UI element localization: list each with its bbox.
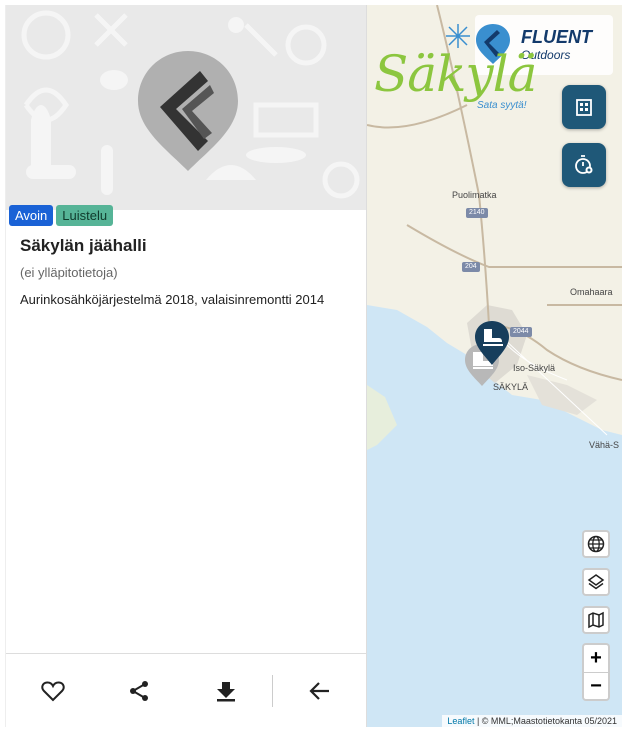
timer-settings-button[interactable] (562, 143, 606, 187)
detail-panel: Avoin Luistelu Säkylän jäähalli (ei yllä… (5, 5, 367, 727)
attribution-text: | © MML;Maastotietokanta 05/2021 (474, 716, 617, 726)
maintainer-info: (ei ylläpitotietoja) (20, 265, 118, 280)
category-badge: Luistelu (56, 205, 114, 226)
map-view[interactable]: Puolimatka Omahaara Iso-Säkylä SÄKYLÄ Vä… (367, 5, 622, 727)
facility-button[interactable] (562, 85, 606, 129)
zoom-in-button[interactable]: + (584, 645, 608, 672)
globe-icon (587, 535, 605, 553)
map-label-puolimatka: Puolimatka (452, 190, 497, 200)
app: Avoin Luistelu Säkylän jäähalli (ei yllä… (0, 0, 628, 734)
status-badge: Avoin (9, 205, 54, 226)
map-label-omahaara: Omahaara (570, 287, 613, 297)
share-icon (130, 681, 148, 701)
zoom-control: + − (582, 643, 610, 701)
town-logo: Säkylä (374, 45, 537, 103)
road-number: 2044 (510, 327, 532, 337)
layers-icon (587, 574, 605, 590)
leaflet-link[interactable]: Leaflet (447, 716, 474, 726)
map-icon (588, 611, 604, 629)
share-button[interactable] (124, 676, 154, 706)
building-icon (576, 99, 592, 116)
download-icon (217, 682, 235, 702)
arrow-left-icon (309, 682, 329, 700)
favorite-button[interactable] (38, 676, 68, 706)
timer-settings-icon (575, 155, 593, 174)
fluent-logo-pin (138, 51, 238, 171)
language-button[interactable] (582, 530, 610, 558)
download-button[interactable] (211, 676, 241, 706)
town-slogan: Sata syytä! (477, 100, 527, 111)
map-label-vaha: Vähä-S (589, 440, 620, 450)
heart-icon (41, 681, 65, 702)
place-title: Säkylän jäähalli (20, 236, 147, 255)
action-divider (272, 675, 273, 707)
road-number: 2140 (466, 208, 488, 218)
basemap-button[interactable] (582, 606, 610, 634)
hero-image (6, 5, 366, 210)
layers-button[interactable] (582, 568, 610, 596)
map-attribution: Leaflet | © MML;Maastotietokanta 05/2021 (442, 715, 622, 727)
badge-row: Avoin Luistelu (9, 205, 114, 226)
zoom-out-button[interactable]: − (584, 672, 608, 699)
road-number: 204 (462, 262, 480, 272)
map-label-iso-sakyla: Iso-Säkylä (513, 363, 556, 373)
map-marker-active[interactable] (474, 320, 510, 366)
action-bar (6, 653, 366, 727)
back-button[interactable] (305, 676, 335, 706)
place-description: Aurinkosähköjärjestelmä 2018, valaisinre… (20, 292, 325, 307)
